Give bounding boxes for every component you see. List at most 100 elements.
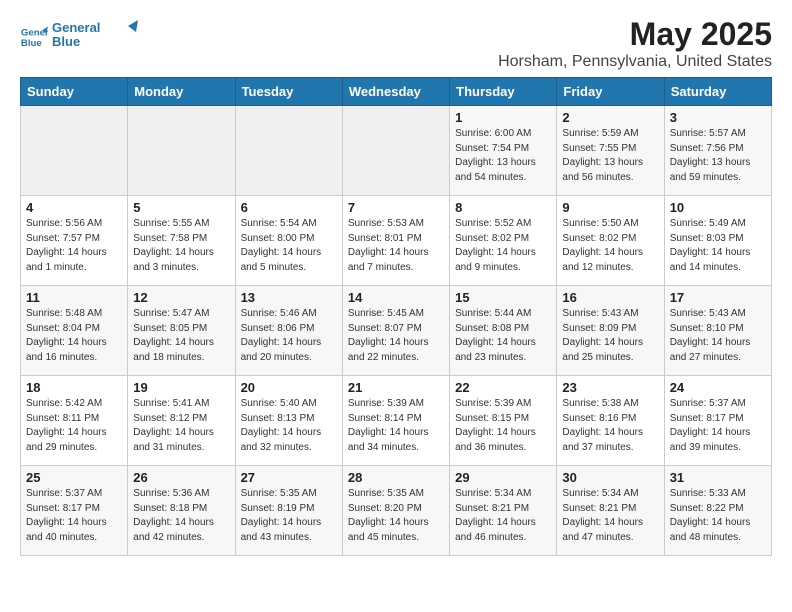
cell-date: 24: [670, 380, 766, 395]
calendar-cell: 11 Sunrise: 5:48 AM Sunset: 8:04 PM Dayli…: [21, 286, 128, 376]
cell-info: Sunrise: 5:42 AM Sunset: 8:11 PM Dayligh…: [26, 397, 122, 455]
cell-date: 10: [670, 200, 766, 215]
calendar-cell: 9 Sunrise: 5:50 AM Sunset: 8:02 PM Daylig…: [557, 196, 664, 286]
calendar-cell: [21, 106, 128, 196]
cell-date: 8: [455, 200, 551, 215]
weekday-header-saturday: Saturday: [664, 78, 771, 106]
weekday-header-monday: Monday: [128, 78, 235, 106]
calendar-cell: 2Sunrise: 5:59 AM Sunset: 7:55 PM Daylig…: [557, 106, 664, 196]
calendar-cell: 19 Sunrise: 5:41 AM Sunset: 8:12 PM Dayli…: [128, 376, 235, 466]
weekday-header-tuesday: Tuesday: [235, 78, 342, 106]
title-block: May 2025 Horsham, Pennsylvania, United S…: [498, 16, 772, 71]
main-title: May 2025: [498, 16, 772, 53]
header: General Blue General Blue May 2025 Horsh…: [20, 16, 772, 71]
svg-text:General: General: [52, 20, 100, 35]
calendar-cell: 20 Sunrise: 5:40 AM Sunset: 8:13 PM Dayli…: [235, 376, 342, 466]
calendar-cell: 31Sunrise: 5:33 AM Sunset: 8:22 PM Dayli…: [664, 466, 771, 556]
page-container: General Blue General Blue May 2025 Horsh…: [0, 0, 792, 576]
weekday-header-thursday: Thursday: [450, 78, 557, 106]
cell-info: Sunrise: 5:34 AM Sunset: 8:21 PM Dayligh…: [455, 487, 551, 545]
svg-text:Blue: Blue: [21, 37, 42, 48]
cell-date: 15: [455, 290, 551, 305]
cell-date: 7: [348, 200, 444, 215]
calendar-cell: 6 Sunrise: 5:54 AM Sunset: 8:00 PM Daylig…: [235, 196, 342, 286]
cell-date: 29: [455, 470, 551, 485]
weekday-header-sunday: Sunday: [21, 78, 128, 106]
cell-info: Sunrise: 5:46 AM Sunset: 8:06 PM Dayligh…: [241, 307, 337, 365]
cell-info: Sunrise: 5:35 AM Sunset: 8:20 PM Dayligh…: [348, 487, 444, 545]
calendar-cell: [342, 106, 449, 196]
cell-date: 2: [562, 110, 658, 125]
calendar-cell: 13Sunrise: 5:46 AM Sunset: 8:06 PM Dayli…: [235, 286, 342, 376]
cell-date: 12: [133, 290, 229, 305]
calendar-cell: 10 Sunrise: 5:49 AM Sunset: 8:03 PM Dayli…: [664, 196, 771, 286]
cell-info: Sunrise: 5:41 AM Sunset: 8:12 PM Dayligh…: [133, 397, 229, 455]
cell-date: 23: [562, 380, 658, 395]
week-row-1: 1 Sunrise: 6:00 AM Sunset: 7:54 PM Daylig…: [21, 106, 772, 196]
calendar-cell: 14Sunrise: 5:45 AM Sunset: 8:07 PM Dayli…: [342, 286, 449, 376]
week-row-2: 4Sunrise: 5:56 AM Sunset: 7:57 PM Daylig…: [21, 196, 772, 286]
cell-info: Sunrise: 5:53 AM Sunset: 8:01 PM Dayligh…: [348, 217, 444, 275]
cell-date: 27: [241, 470, 337, 485]
cell-info: Sunrise: 5:35 AM Sunset: 8:19 PM Dayligh…: [241, 487, 337, 545]
cell-info: Sunrise: 5:39 AM Sunset: 8:15 PM Dayligh…: [455, 397, 551, 455]
week-row-3: 11 Sunrise: 5:48 AM Sunset: 8:04 PM Dayli…: [21, 286, 772, 376]
cell-date: 31: [670, 470, 766, 485]
calendar-cell: 3Sunrise: 5:57 AM Sunset: 7:56 PM Daylig…: [664, 106, 771, 196]
calendar-cell: 26 Sunrise: 5:36 AM Sunset: 8:18 PM Dayli…: [128, 466, 235, 556]
cell-info: Sunrise: 5:34 AM Sunset: 8:21 PM Dayligh…: [562, 487, 658, 545]
logo: General Blue General Blue: [20, 16, 142, 57]
cell-date: 19: [133, 380, 229, 395]
calendar-cell: 4Sunrise: 5:56 AM Sunset: 7:57 PM Daylig…: [21, 196, 128, 286]
logo-icon: General Blue: [20, 23, 48, 51]
cell-info: Sunrise: 5:47 AM Sunset: 8:05 PM Dayligh…: [133, 307, 229, 365]
cell-info: Sunrise: 5:48 AM Sunset: 8:04 PM Dayligh…: [26, 307, 122, 365]
cell-info: Sunrise: 5:40 AM Sunset: 8:13 PM Dayligh…: [241, 397, 337, 455]
cell-info: Sunrise: 5:38 AM Sunset: 8:16 PM Dayligh…: [562, 397, 658, 455]
cell-info: Sunrise: 5:50 AM Sunset: 8:02 PM Dayligh…: [562, 217, 658, 275]
cell-info: Sunrise: 5:45 AM Sunset: 8:07 PM Dayligh…: [348, 307, 444, 365]
weekday-header-wednesday: Wednesday: [342, 78, 449, 106]
calendar-cell: 7 Sunrise: 5:53 AM Sunset: 8:01 PM Daylig…: [342, 196, 449, 286]
subtitle: Horsham, Pennsylvania, United States: [498, 53, 772, 71]
cell-info: Sunrise: 5:49 AM Sunset: 8:03 PM Dayligh…: [670, 217, 766, 275]
calendar-cell: 16Sunrise: 5:43 AM Sunset: 8:09 PM Dayli…: [557, 286, 664, 376]
calendar-cell: 1 Sunrise: 6:00 AM Sunset: 7:54 PM Daylig…: [450, 106, 557, 196]
cell-date: 18: [26, 380, 122, 395]
cell-info: Sunrise: 6:00 AM Sunset: 7:54 PM Dayligh…: [455, 127, 551, 185]
calendar-cell: 17Sunrise: 5:43 AM Sunset: 8:10 PM Dayli…: [664, 286, 771, 376]
cell-date: 30: [562, 470, 658, 485]
calendar-cell: [235, 106, 342, 196]
cell-date: 26: [133, 470, 229, 485]
calendar-cell: 28Sunrise: 5:35 AM Sunset: 8:20 PM Dayli…: [342, 466, 449, 556]
calendar-cell: 29 Sunrise: 5:34 AM Sunset: 8:21 PM Dayli…: [450, 466, 557, 556]
cell-date: 20: [241, 380, 337, 395]
calendar-table: SundayMondayTuesdayWednesdayThursdayFrid…: [20, 77, 772, 556]
cell-info: Sunrise: 5:37 AM Sunset: 8:17 PM Dayligh…: [26, 487, 122, 545]
cell-info: Sunrise: 5:54 AM Sunset: 8:00 PM Dayligh…: [241, 217, 337, 275]
calendar-cell: 25Sunrise: 5:37 AM Sunset: 8:17 PM Dayli…: [21, 466, 128, 556]
calendar-cell: 8 Sunrise: 5:52 AM Sunset: 8:02 PM Daylig…: [450, 196, 557, 286]
cell-info: Sunrise: 5:36 AM Sunset: 8:18 PM Dayligh…: [133, 487, 229, 545]
calendar-cell: 18 Sunrise: 5:42 AM Sunset: 8:11 PM Dayli…: [21, 376, 128, 466]
week-row-4: 18 Sunrise: 5:42 AM Sunset: 8:11 PM Dayli…: [21, 376, 772, 466]
calendar-cell: 24 Sunrise: 5:37 AM Sunset: 8:17 PM Dayli…: [664, 376, 771, 466]
cell-info: Sunrise: 5:37 AM Sunset: 8:17 PM Dayligh…: [670, 397, 766, 455]
cell-info: Sunrise: 5:44 AM Sunset: 8:08 PM Dayligh…: [455, 307, 551, 365]
cell-date: 1: [455, 110, 551, 125]
logo-text: General Blue: [52, 16, 142, 57]
calendar-cell: 5Sunrise: 5:55 AM Sunset: 7:58 PM Daylig…: [128, 196, 235, 286]
svg-text:Blue: Blue: [52, 34, 80, 49]
cell-date: 22: [455, 380, 551, 395]
cell-date: 11: [26, 290, 122, 305]
cell-date: 6: [241, 200, 337, 215]
calendar-cell: 15 Sunrise: 5:44 AM Sunset: 8:08 PM Dayli…: [450, 286, 557, 376]
svg-text:General: General: [21, 27, 48, 38]
calendar-cell: 27 Sunrise: 5:35 AM Sunset: 8:19 PM Dayli…: [235, 466, 342, 556]
weekday-header-friday: Friday: [557, 78, 664, 106]
cell-date: 9: [562, 200, 658, 215]
calendar-cell: 23 Sunrise: 5:38 AM Sunset: 8:16 PM Dayli…: [557, 376, 664, 466]
cell-info: Sunrise: 5:52 AM Sunset: 8:02 PM Dayligh…: [455, 217, 551, 275]
cell-info: Sunrise: 5:43 AM Sunset: 8:09 PM Dayligh…: [562, 307, 658, 365]
calendar-cell: [128, 106, 235, 196]
